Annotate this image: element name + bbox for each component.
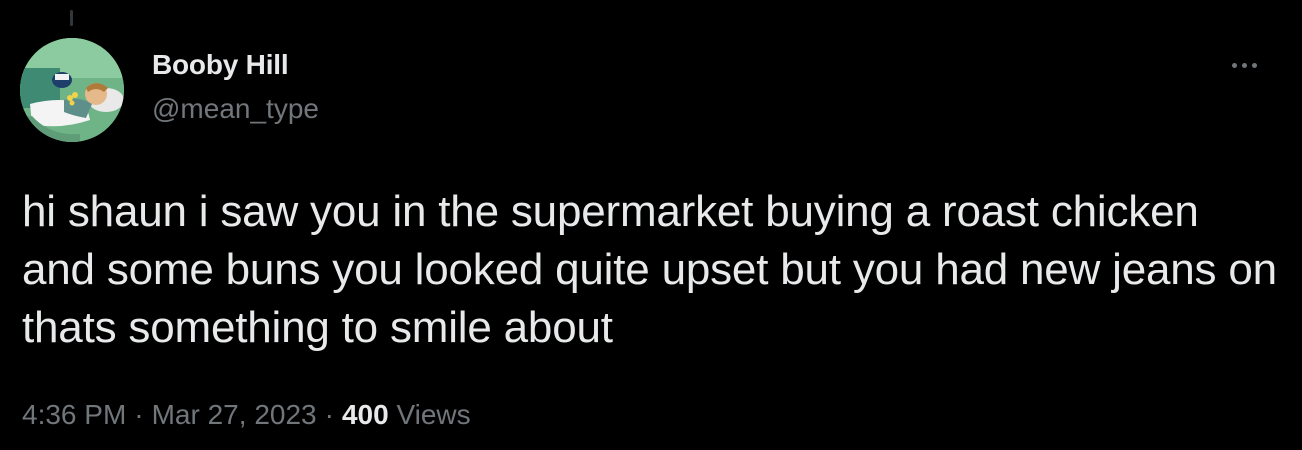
tweet-card: Booby Hill @mean_type hi shaun i saw you… — [0, 0, 1302, 450]
avatar[interactable] — [20, 38, 124, 142]
views-count: 400 — [341, 399, 389, 430]
cartoon-avatar-icon — [20, 38, 124, 142]
tweet-time[interactable]: 4:36 PM — [22, 399, 126, 430]
author-handle[interactable]: @mean_type — [152, 93, 319, 125]
dot — [1241, 62, 1247, 68]
separator: · — [134, 399, 144, 430]
tweet-text: hi shaun i saw you in the supermarket bu… — [22, 187, 1289, 352]
more-options-icon[interactable] — [1224, 52, 1264, 78]
separator: · — [324, 399, 334, 430]
dot — [1231, 62, 1237, 68]
author-display-name[interactable]: Booby Hill — [152, 49, 289, 81]
tweet-meta: 4:36 PM · Mar 27, 2023 · 400 Views — [22, 399, 471, 431]
thread-line — [70, 10, 73, 26]
tweet-date[interactable]: Mar 27, 2023 — [152, 399, 317, 430]
views-label: Views — [396, 399, 471, 430]
dot — [1251, 62, 1257, 68]
